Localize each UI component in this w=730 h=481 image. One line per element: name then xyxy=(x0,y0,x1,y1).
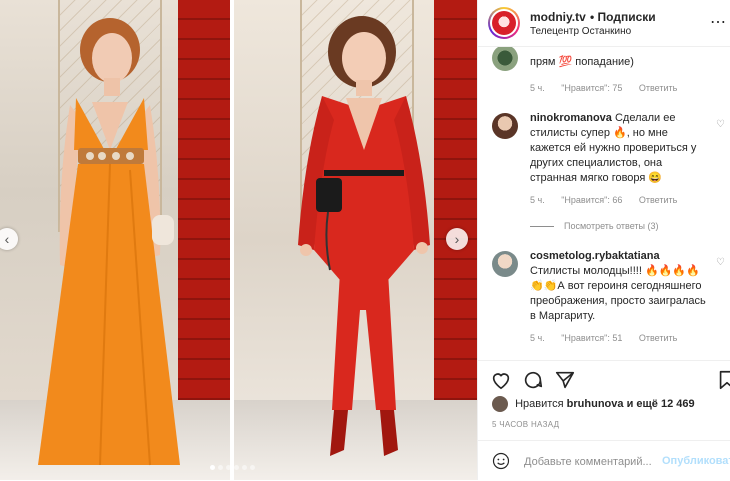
carousel-dot xyxy=(234,465,239,470)
comment-avatar[interactable] xyxy=(492,113,518,139)
comment-meta: 5 ч. "Нравится": 51 Ответить xyxy=(530,333,691,343)
post-photo[interactable]: ‹ › xyxy=(0,0,477,480)
separator-dot: • xyxy=(590,10,595,24)
carousel-dot xyxy=(210,465,215,470)
likes-prefix: Нравится xyxy=(515,397,564,410)
carousel-dot xyxy=(218,465,223,470)
follow-label: Подписки xyxy=(597,10,656,24)
woman-red-suit xyxy=(298,16,430,456)
comment-username[interactable]: cosmetolog.rybaktatiana xyxy=(530,250,660,262)
comment-meta: 5 ч. "Нравится": 75 Ответить xyxy=(530,83,691,93)
comment-body: ninokromanova Сделали ее стилисты супер … xyxy=(530,111,710,186)
likes-count[interactable]: и ещё 12 469 xyxy=(627,398,695,410)
save-bookmark-icon[interactable] xyxy=(716,369,730,391)
comment-body: cosmetolog.rybaktatiana Стилисты молодцы… xyxy=(530,249,710,324)
carousel-dot xyxy=(226,465,231,470)
liker-username[interactable]: bruhunova xyxy=(567,398,624,410)
comment-likes[interactable]: "Нравится": 51 xyxy=(561,333,622,343)
carousel-dot xyxy=(242,465,247,470)
comment-input[interactable] xyxy=(522,451,676,473)
share-send-icon[interactable] xyxy=(554,369,576,391)
comment-reply-button[interactable]: Ответить xyxy=(639,333,677,343)
like-heart-icon[interactable] xyxy=(490,369,512,391)
likes-summary: Нравится bruhunova и ещё 12 469 xyxy=(492,396,695,414)
comment-avatar[interactable] xyxy=(492,251,518,277)
comment-text: Стилисты молодцы!!!! 🔥🔥🔥🔥 👏👏А вот героин… xyxy=(530,265,706,322)
following-button[interactable]: • Подписки xyxy=(590,10,656,24)
liker-avatar xyxy=(492,396,508,412)
post-timestamp[interactable]: 5 ЧАСОВ НАЗАД xyxy=(492,420,559,429)
account-username[interactable]: modniy.tv xyxy=(530,10,586,24)
photo-panel-left: ‹ xyxy=(0,0,230,480)
comment-like-icon[interactable]: ♡ xyxy=(716,257,725,268)
comment-username[interactable]: ninokromanova xyxy=(530,112,612,124)
woman-orange-dress xyxy=(38,18,180,466)
add-comment-bar: Опубликовать xyxy=(478,440,730,481)
more-options-icon[interactable]: ⋯ xyxy=(710,12,727,32)
comment-avatar[interactable] xyxy=(492,47,518,71)
comment-likes[interactable]: "Нравится": 75 xyxy=(561,83,622,93)
post-actions xyxy=(478,360,730,395)
comment-bubble-icon[interactable] xyxy=(522,369,544,391)
carousel-dots xyxy=(210,465,255,470)
view-replies-button[interactable]: Посмотреть ответы (3) xyxy=(530,221,659,231)
comment-reply-button[interactable]: Ответить xyxy=(639,83,677,93)
publish-button[interactable]: Опубликовать xyxy=(662,455,730,467)
view-replies-label: Посмотреть ответы (3) xyxy=(564,221,659,231)
emoji-icon[interactable] xyxy=(492,452,510,470)
post-header: modniy.tv • Подписки Телецентр Останкино… xyxy=(478,0,730,47)
post-sidebar: modniy.tv • Подписки Телецентр Останкино… xyxy=(477,0,730,480)
comment-text: прям 💯 попадание) xyxy=(530,56,634,68)
comment-like-icon[interactable]: ♡ xyxy=(716,119,725,130)
comment-reply-button[interactable]: Ответить xyxy=(639,195,677,205)
comment-time: 5 ч. xyxy=(530,333,545,343)
comment-time: 5 ч. xyxy=(530,195,545,205)
comment-likes[interactable]: "Нравится": 66 xyxy=(561,195,622,205)
account-avatar[interactable] xyxy=(488,7,520,39)
comments-list: прям 💯 попадание) 5 ч. "Нравится": 75 От… xyxy=(478,47,730,359)
photo-panel-right: › xyxy=(234,0,477,480)
post-location[interactable]: Телецентр Останкино xyxy=(530,26,631,37)
comment-meta: 5 ч. "Нравится": 66 Ответить xyxy=(530,195,691,205)
carousel-next-button[interactable]: › xyxy=(446,228,468,250)
comment-time: 5 ч. xyxy=(530,83,545,93)
carousel-dot xyxy=(250,465,255,470)
carousel-prev-button[interactable]: ‹ xyxy=(0,228,18,250)
replies-divider xyxy=(530,226,554,228)
